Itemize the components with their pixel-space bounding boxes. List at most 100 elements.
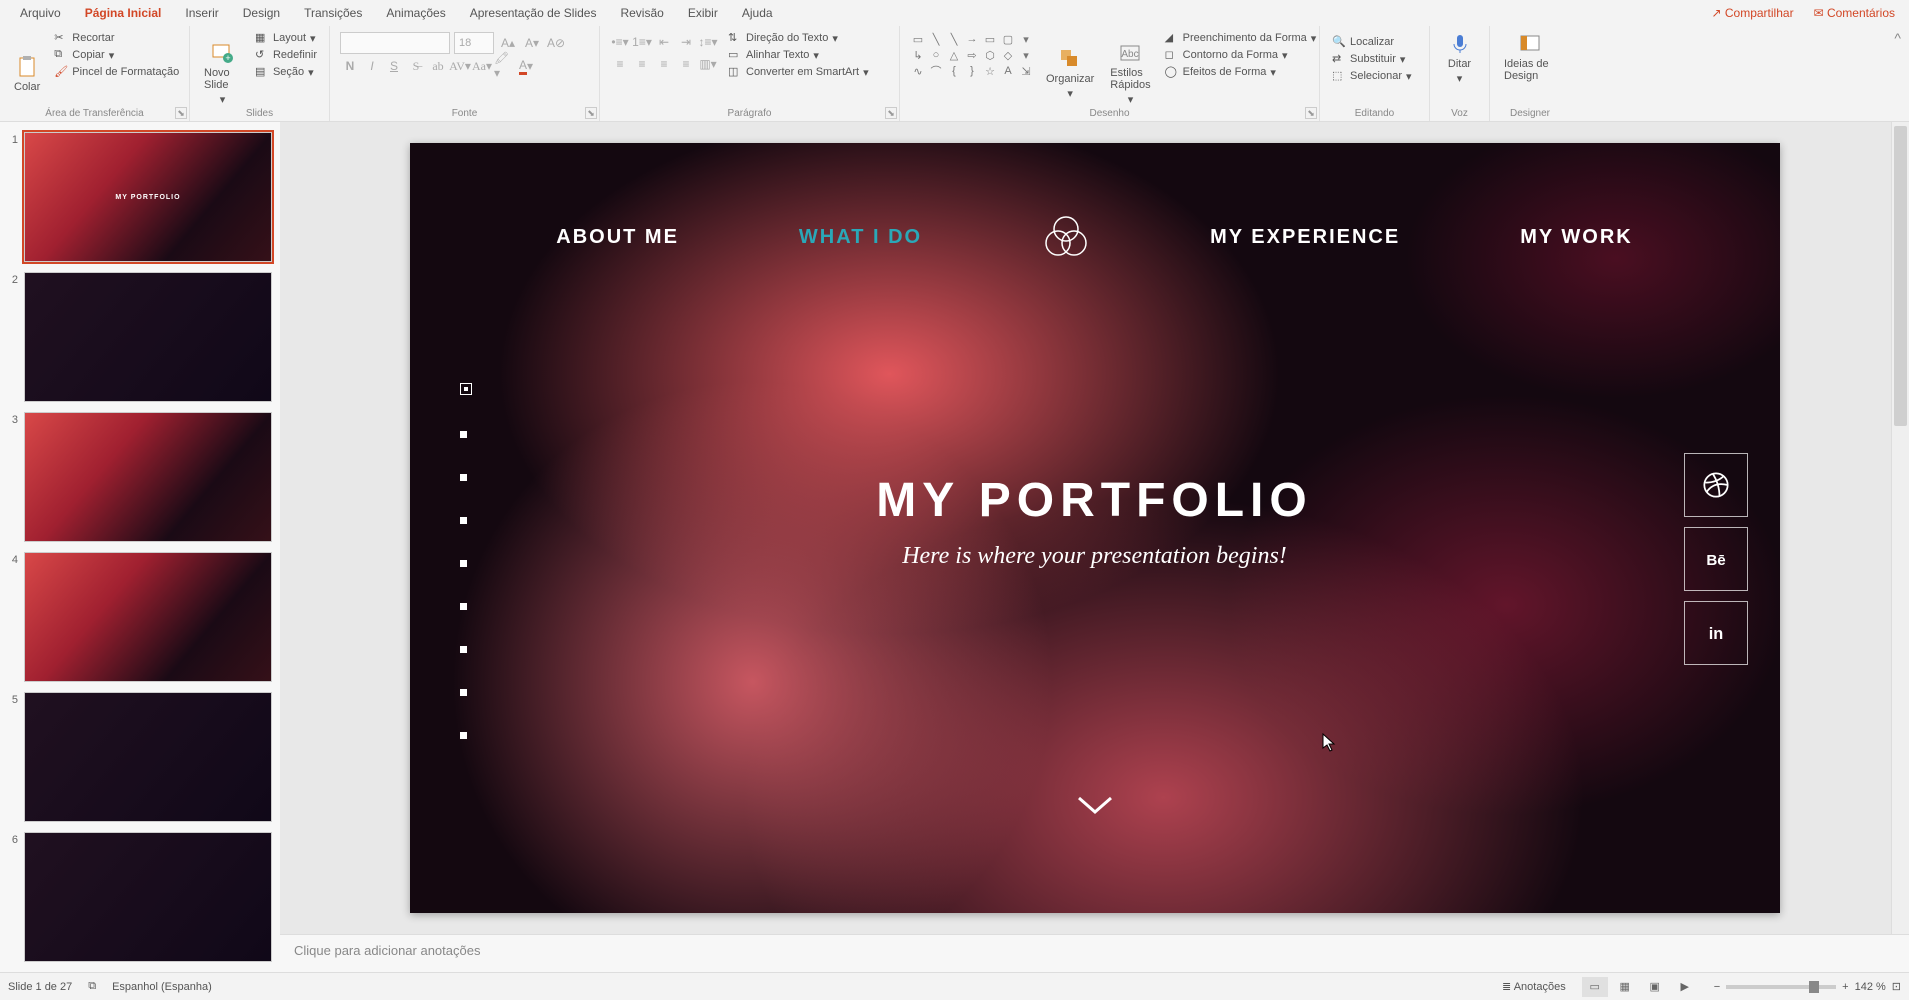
tab-review[interactable]: Revisão [608, 2, 675, 24]
shape-fill-button[interactable]: ◢Preenchimento da Forma ▾ [1161, 30, 1321, 46]
tab-transitions[interactable]: Transições [292, 2, 374, 24]
replace-button[interactable]: ⇄Substituir ▾ [1328, 51, 1421, 67]
increase-font-button[interactable]: A▴ [498, 33, 518, 53]
shape-line-icon[interactable]: ╲ [928, 32, 944, 46]
sorter-view-button[interactable]: ▦ [1612, 977, 1638, 997]
slide-title[interactable]: MY PORTFOLIO [410, 473, 1780, 528]
dot[interactable] [460, 689, 467, 696]
shape-connector-icon[interactable]: ↳ [910, 48, 926, 62]
shape-more-icon[interactable]: ▾ [1018, 32, 1034, 46]
font-name-input[interactable] [340, 32, 450, 54]
clear-format-button[interactable]: A⊘ [546, 33, 566, 53]
reading-view-button[interactable]: ▣ [1642, 977, 1668, 997]
shape-triangle-icon[interactable]: △ [946, 48, 962, 62]
shadow-button[interactable]: ab [428, 56, 448, 76]
slide-thumbnails-panel[interactable]: 1 MY PORTFOLIO 2 3 4 5 6 [0, 122, 280, 972]
shape-rect-icon[interactable]: ▭ [910, 32, 926, 46]
thumbnail-4[interactable] [24, 552, 272, 682]
comments-button[interactable]: ✉ Comentários [1808, 4, 1901, 22]
slide-canvas[interactable]: ABOUT ME WHAT I DO MY EXPERIENCE MY WORK… [410, 143, 1780, 913]
zoom-out-button[interactable]: − [1714, 981, 1720, 993]
collapse-ribbon-button[interactable]: ^ [1886, 26, 1909, 121]
tab-help[interactable]: Ajuda [730, 2, 785, 24]
section-button[interactable]: ▤Seção ▾ [251, 64, 321, 80]
format-painter-button[interactable]: 🖌Pincel de Formatação [50, 64, 183, 80]
shape-down-icon[interactable]: ▾ [1018, 48, 1034, 62]
dribbble-icon[interactable] [1684, 453, 1748, 517]
cut-button[interactable]: ✂Recortar [50, 30, 183, 46]
font-launcher[interactable]: ⬊ [585, 107, 597, 119]
tab-file[interactable]: Arquivo [8, 2, 73, 24]
thumbnail-6[interactable] [24, 832, 272, 962]
nav-about[interactable]: ABOUT ME [556, 226, 679, 249]
shape-hex-icon[interactable]: ⬡ [982, 48, 998, 62]
select-button[interactable]: ⬚Selecionar ▾ [1328, 68, 1421, 84]
zoom-level[interactable]: 142 % [1855, 981, 1886, 993]
dot[interactable] [460, 431, 467, 438]
shape-line2-icon[interactable]: ╲ [946, 32, 962, 46]
thumbnail-5[interactable] [24, 692, 272, 822]
dot[interactable] [460, 474, 467, 481]
tab-insert[interactable]: Inserir [173, 2, 230, 24]
slide-counter[interactable]: Slide 1 de 27 [8, 981, 72, 993]
text-direction-button[interactable]: ⇅Direção do Texto ▾ [724, 30, 873, 46]
zoom-slider[interactable] [1726, 985, 1836, 989]
align-text-button[interactable]: ▭Alinhar Texto ▾ [724, 47, 873, 63]
normal-view-button[interactable]: ▭ [1582, 977, 1608, 997]
chevron-down-icon[interactable] [1075, 794, 1115, 823]
shape-outline-button[interactable]: ◻Contorno da Forma ▾ [1161, 47, 1321, 63]
dot[interactable] [460, 560, 467, 567]
shape-effects-button[interactable]: ◯Efeitos de Forma ▾ [1161, 64, 1321, 80]
shapes-gallery[interactable]: ▭╲╲→▭▢▾ ↳○△⇨⬡◇▾ ∿⌒{}☆A⇲ [908, 30, 1036, 117]
shape-oval-icon[interactable]: ○ [928, 48, 944, 62]
find-button[interactable]: 🔍Localizar [1328, 34, 1421, 50]
spellcheck-icon[interactable]: ⧉ [88, 980, 96, 993]
numbering-button[interactable]: 1≡▾ [632, 32, 652, 52]
layout-button[interactable]: ▦Layout ▾ [251, 30, 321, 46]
nav-what-i-do[interactable]: WHAT I DO [799, 226, 922, 249]
dot[interactable] [460, 603, 467, 610]
arrange-button[interactable]: Organizar▾ [1040, 30, 1100, 117]
share-button[interactable]: ↗ Compartilhar [1705, 4, 1799, 22]
tab-slideshow[interactable]: Apresentação de Slides [458, 2, 609, 24]
tab-home[interactable]: Página Inicial [73, 2, 174, 24]
font-color-button[interactable]: A▾ [516, 56, 536, 76]
shape-star-icon[interactable]: ☆ [982, 64, 998, 78]
italic-button[interactable]: I [362, 56, 382, 76]
underline-button[interactable]: S [384, 56, 404, 76]
thumbnail-1[interactable]: MY PORTFOLIO [24, 132, 272, 262]
indent-inc-button[interactable]: ⇥ [676, 32, 696, 52]
dictate-button[interactable]: Ditar▾ [1438, 30, 1481, 87]
dot[interactable] [460, 732, 467, 739]
shape-brace2-icon[interactable]: } [964, 64, 980, 78]
language-status[interactable]: Espanhol (Espanha) [112, 981, 212, 993]
indent-dec-button[interactable]: ⇤ [654, 32, 674, 52]
align-right-button[interactable]: ≡ [654, 54, 674, 74]
spacing-button[interactable]: AV▾ [450, 56, 470, 76]
tab-design[interactable]: Design [231, 2, 292, 24]
notes-pane[interactable]: Clique para adicionar anotações [280, 934, 1909, 972]
bullets-button[interactable]: •≡▾ [610, 32, 630, 52]
slide-subtitle[interactable]: Here is where your presentation begins! [410, 543, 1780, 570]
shape-callout-icon[interactable]: ◇ [1000, 48, 1016, 62]
copy-button[interactable]: ⧉Copiar ▾ [50, 47, 183, 63]
nav-work[interactable]: MY WORK [1520, 226, 1633, 249]
highlight-button[interactable]: 🖍▾ [494, 56, 514, 76]
vertical-scrollbar[interactable] [1891, 122, 1909, 934]
fit-window-button[interactable]: ⊡ [1892, 980, 1901, 993]
reset-button[interactable]: ↺Redefinir [251, 47, 321, 63]
drawing-launcher[interactable]: ⬊ [1305, 107, 1317, 119]
smartart-button[interactable]: ◫Converter em SmartArt ▾ [724, 64, 873, 80]
shape-arc-icon[interactable]: ⌒ [928, 64, 944, 78]
linkedin-icon[interactable]: in [1684, 601, 1748, 665]
shape-arrow-icon[interactable]: → [964, 32, 980, 46]
dot[interactable] [460, 646, 467, 653]
behance-icon[interactable]: Bē [1684, 527, 1748, 591]
justify-button[interactable]: ≡ [676, 54, 696, 74]
paragraph-launcher[interactable]: ⬊ [885, 107, 897, 119]
case-button[interactable]: Aa▾ [472, 56, 492, 76]
bold-button[interactable]: N [340, 56, 360, 76]
zoom-in-button[interactable]: + [1842, 981, 1848, 993]
align-center-button[interactable]: ≡ [632, 54, 652, 74]
shape-rect2-icon[interactable]: ▭ [982, 32, 998, 46]
